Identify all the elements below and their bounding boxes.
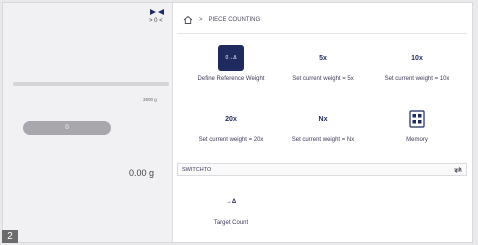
tile-label: Target Count: [213, 220, 249, 226]
tile-set-10x[interactable]: 10x Set current weight = 10x: [369, 45, 465, 83]
tile-label: Memory: [406, 137, 428, 143]
nx-icon: Nx: [318, 115, 328, 123]
count-pill[interactable]: 0: [23, 121, 111, 135]
tile-set-5x[interactable]: 5x Set current weight = 5x: [275, 45, 371, 83]
define-reference-icon: 0→Δ: [218, 45, 244, 71]
stability-icon: [150, 9, 164, 15]
target-count-icon: →Δ: [225, 199, 237, 205]
breadcrumb: > PIECE COUNTING: [183, 13, 260, 27]
tile-memory[interactable]: Memory: [369, 106, 465, 143]
menu-panel: > PIECE COUNTING 0→Δ Define Reference We…: [173, 3, 472, 242]
tile-set-20x[interactable]: 20x Set current weight = 20x: [183, 106, 279, 144]
breadcrumb-separator: >: [199, 17, 203, 23]
memory-icon: [404, 106, 430, 132]
switch-to-label: SWITCHTO: [182, 167, 212, 173]
zero-indicator: > 0 <: [149, 18, 163, 24]
home-icon[interactable]: [183, 15, 193, 25]
page-title: PIECE COUNTING: [208, 17, 261, 23]
x10-icon: 10x: [411, 54, 423, 62]
frame: > 0 < 3500 g 0 0.00 g > PIECE COUNTING 0…: [0, 0, 478, 245]
tile-label: Define Reference Weight: [197, 76, 265, 82]
weight-readout: 0.00 g: [129, 168, 155, 178]
swap-icon[interactable]: [453, 167, 463, 173]
figure-number-badge: 2: [2, 230, 18, 243]
tile-label: Set current weight = 20x: [198, 137, 264, 143]
tile-label: Set current weight = 10x: [384, 76, 450, 82]
tile-set-nx[interactable]: Nx Set current weight = Nx: [275, 106, 371, 144]
tile-define-reference-weight[interactable]: 0→Δ Define Reference Weight: [183, 45, 279, 82]
x20-icon: 20x: [225, 115, 237, 123]
tile-label: Set current weight = Nx: [291, 137, 355, 143]
switch-to-bar[interactable]: SWITCHTO: [177, 163, 467, 176]
capacity-label: 3500 g: [143, 97, 157, 102]
header-divider: [177, 33, 467, 34]
x5-icon: 5x: [319, 54, 327, 62]
tile-label: Set current weight = 5x: [292, 76, 354, 82]
tile-target-count[interactable]: →Δ Target Count: [183, 189, 279, 226]
device-screen: > 0 < 3500 g 0 0.00 g > PIECE COUNTING 0…: [2, 2, 473, 243]
weighing-panel: > 0 < 3500 g 0 0.00 g: [3, 3, 173, 242]
capacity-bar: [13, 82, 169, 86]
